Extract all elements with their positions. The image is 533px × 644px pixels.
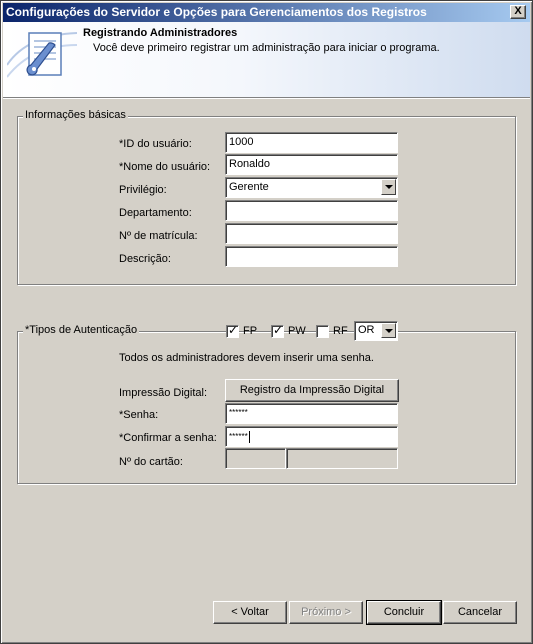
banner-divider — [3, 97, 530, 99]
privilege-label: Privilégio: — [119, 184, 167, 196]
fingerprint-label: Impressão Digital: — [119, 387, 208, 399]
banner-subtitle: Você deve primeiro registrar um administ… — [93, 42, 440, 54]
header-banner: Registrando Administradores Você deve pr… — [3, 22, 530, 97]
fp-checkbox[interactable] — [226, 323, 239, 338]
rf-label: RF — [333, 325, 348, 337]
privilege-select[interactable]: Gerente — [225, 177, 398, 198]
text-caret — [248, 431, 250, 443]
cancel-button[interactable]: Cancelar — [443, 601, 517, 624]
register-fingerprint-button[interactable]: Registro da Impressão Digital — [225, 379, 399, 402]
banner-title: Registrando Administradores — [83, 27, 238, 39]
finish-button[interactable]: Concluir — [366, 600, 442, 625]
confirm-password-input[interactable]: ****** — [225, 426, 398, 447]
next-button[interactable]: Próximo > — [289, 601, 363, 624]
title-bar[interactable]: Configurações do Servidor e Opções para … — [3, 3, 530, 22]
user-id-input[interactable]: 1000 — [225, 132, 398, 153]
pw-checkbox[interactable] — [271, 323, 284, 338]
pw-label: PW — [288, 325, 306, 337]
confirm-password-value: ****** — [229, 432, 248, 442]
description-input[interactable] — [225, 246, 398, 267]
user-id-label: *ID do usuário: — [119, 138, 192, 150]
card-number-field-a — [225, 448, 286, 469]
card-number-field-b — [286, 448, 398, 469]
enrollment-label: Nº de matrícula: — [119, 230, 198, 242]
enrollment-input[interactable] — [225, 223, 398, 244]
auth-mode-value: OR — [358, 324, 375, 336]
password-input[interactable]: ****** — [225, 403, 398, 424]
department-input[interactable] — [225, 200, 398, 221]
basic-info-legend: Informações básicas — [23, 109, 128, 121]
password-notice: Todos os administradores devem inserir u… — [119, 352, 374, 364]
user-name-input[interactable]: Ronaldo — [225, 154, 398, 175]
auth-types-legend: *Tipos de Autenticação — [23, 324, 140, 336]
chevron-down-icon[interactable] — [381, 179, 396, 195]
close-button[interactable]: X — [510, 5, 526, 19]
description-label: Descrição: — [119, 253, 171, 265]
user-name-label: *Nome do usuário: — [119, 161, 211, 173]
rf-checkbox[interactable] — [316, 325, 329, 338]
fp-label: FP — [243, 325, 258, 337]
chevron-down-icon[interactable] — [381, 323, 396, 338]
card-number-label: Nº do cartão: — [119, 456, 183, 468]
password-label: *Senha: — [119, 409, 159, 421]
auth-mode-select[interactable]: OR — [354, 321, 398, 341]
wrench-document-icon — [7, 32, 77, 78]
window-title: Configurações do Servidor e Opções para … — [6, 5, 427, 19]
confirm-password-label: *Confirmar a senha: — [119, 432, 217, 444]
department-label: Departamento: — [119, 207, 192, 219]
dialog-window: Configurações do Servidor e Opções para … — [0, 0, 533, 644]
privilege-value: Gerente — [229, 181, 269, 193]
back-button[interactable]: < Voltar — [213, 601, 287, 624]
